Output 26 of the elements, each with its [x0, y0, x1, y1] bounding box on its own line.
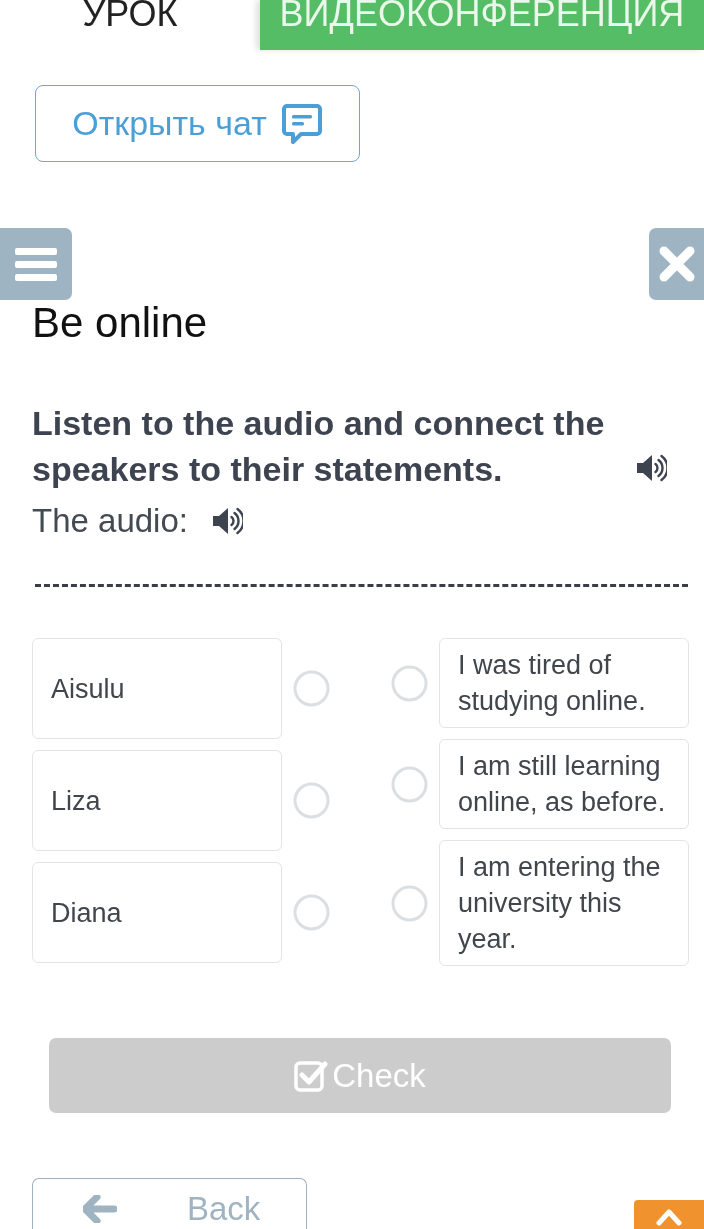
- radio-circle-icon: [391, 765, 428, 803]
- checkbox-tick-icon: [294, 1058, 329, 1093]
- radio-circle-icon: [391, 664, 428, 702]
- statement-card[interactable]: I was tired of studying online.: [439, 638, 689, 728]
- speaker-icon[interactable]: [636, 454, 667, 482]
- chat-icon: [280, 102, 323, 145]
- instruction-text: Listen to the audio and connect the speakers to their statements.: [32, 403, 606, 490]
- audio-label: The audio:: [32, 501, 188, 541]
- speaker-card[interactable]: Aisulu: [32, 638, 282, 739]
- chevron-up-icon: [655, 1206, 683, 1226]
- menu-button[interactable]: [0, 228, 72, 300]
- lesson-title: Be online: [32, 300, 209, 346]
- statement-card[interactable]: I am entering the university this year.: [439, 840, 689, 966]
- radio-circle-icon: [293, 670, 330, 707]
- close-icon: [658, 246, 695, 282]
- menu-icon: [14, 246, 58, 282]
- left-arrow-icon: [83, 1194, 117, 1223]
- speaker-icon[interactable]: [211, 507, 243, 535]
- radio-circle-icon: [293, 782, 330, 819]
- radio-circle-icon: [293, 894, 330, 931]
- radio-circle-icon: [391, 884, 428, 922]
- speaker-card[interactable]: Liza: [32, 750, 282, 851]
- scroll-top-button[interactable]: [634, 1200, 704, 1229]
- close-button[interactable]: [649, 228, 704, 300]
- statement-card[interactable]: I am still learning online, as before.: [439, 739, 689, 829]
- speaker-card[interactable]: Diana: [32, 862, 282, 963]
